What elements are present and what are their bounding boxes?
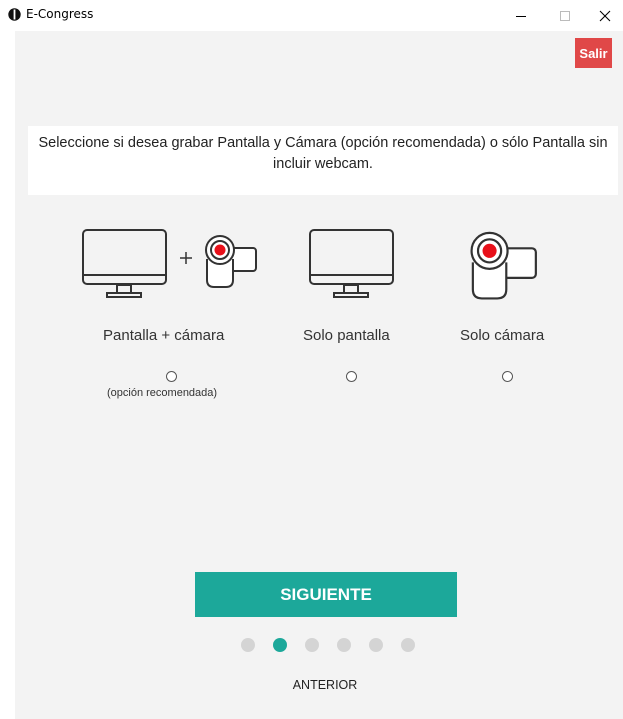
radio-camera-only[interactable] [502, 371, 513, 382]
monitor-icon [309, 229, 394, 298]
close-window-button[interactable] [583, 0, 623, 31]
plus-icon [180, 252, 192, 264]
instruction-box: Seleccione si desea grabar Pantalla y Cá… [28, 126, 618, 195]
step-dot-6[interactable] [401, 638, 415, 652]
option-label: Solo pantalla [303, 327, 390, 344]
title-bar: E-Congress [0, 0, 623, 31]
step-dot-3[interactable] [305, 638, 319, 652]
step-dot-1[interactable] [241, 638, 255, 652]
maximize-button[interactable] [543, 0, 587, 31]
recommended-note: (opción recomendada) [107, 387, 218, 399]
main-content: Salir Seleccione si desea grabar Pantall… [15, 31, 623, 719]
step-dot-2[interactable] [273, 638, 287, 652]
close-icon [599, 10, 611, 21]
app-window: E-Congress Salir Seleccione si desea gra… [0, 0, 623, 719]
next-button[interactable]: SIGUIENTE [195, 572, 457, 617]
radio-screen-only[interactable] [346, 371, 357, 382]
step-dot-5[interactable] [369, 638, 383, 652]
window-title: E-Congress [26, 7, 94, 21]
radio-screen-camera[interactable] [166, 371, 177, 382]
option-label: Pantalla + cámara [103, 327, 225, 344]
instruction-text: Seleccione si desea grabar Pantalla y Cá… [38, 135, 608, 172]
previous-button[interactable]: ANTERIOR [265, 674, 385, 696]
monitor-icon [82, 229, 167, 298]
camera-icon [470, 231, 537, 300]
exit-button[interactable]: Salir [575, 38, 612, 68]
option-label: Solo cámara [460, 327, 545, 344]
camera-icon [205, 235, 257, 288]
app-logo-icon [8, 8, 21, 21]
minimize-icon [516, 15, 526, 17]
step-dot-4[interactable] [337, 638, 351, 652]
maximize-icon [560, 10, 570, 21]
minimize-button[interactable] [499, 0, 543, 31]
